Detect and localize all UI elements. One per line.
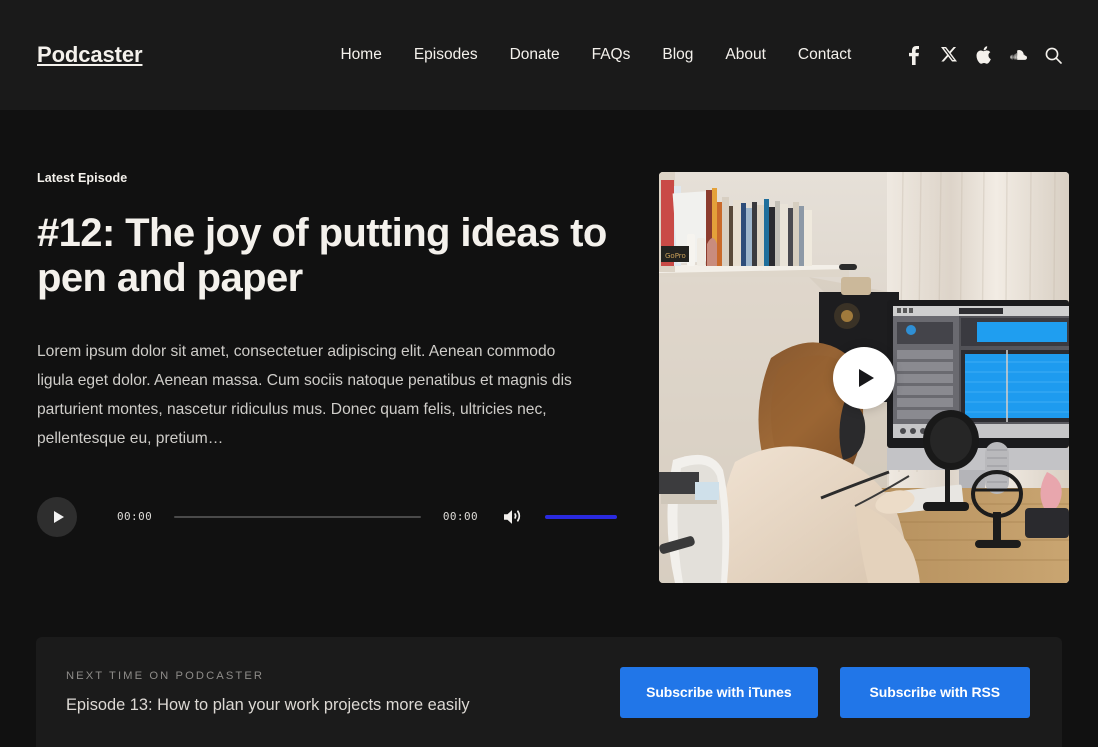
nav-item-blog[interactable]: Blog: [662, 47, 693, 63]
audio-current-time: 00:00: [117, 510, 153, 523]
audio-play-button[interactable]: [37, 496, 77, 537]
svg-text:GoPro: GoPro: [665, 252, 686, 260]
latest-episode-label: Latest Episode: [37, 171, 128, 185]
hero-text-column: Latest Episode #12: The joy of putting i…: [37, 172, 617, 583]
main-navigation: Home Episodes Donate FAQs Blog About Con…: [340, 47, 851, 63]
play-triangle-icon: [858, 368, 874, 387]
site-header: Podcaster Home Episodes Donate FAQs Blog…: [0, 0, 1098, 110]
volume-slider[interactable]: [545, 514, 617, 519]
social-links: [905, 45, 1062, 65]
x-twitter-icon[interactable]: [940, 46, 957, 65]
episode-video-thumbnail[interactable]: GoPro: [659, 172, 1069, 583]
audio-player: 00:00 00:00: [37, 496, 617, 537]
nav-item-about[interactable]: About: [725, 47, 766, 63]
volume-icon[interactable]: [504, 509, 523, 525]
episode-description: Lorem ipsum dolor sit amet, consectetuer…: [37, 342, 572, 448]
next-episode-banner: NEXT TIME ON PODCASTER Episode 13: How t…: [36, 637, 1062, 747]
play-triangle-icon: [53, 510, 64, 523]
search-icon[interactable]: [1045, 46, 1062, 65]
facebook-icon[interactable]: [905, 45, 922, 65]
audio-duration: 00:00: [442, 510, 478, 523]
nav-item-faqs[interactable]: FAQs: [592, 47, 631, 63]
nav-item-home[interactable]: Home: [340, 47, 381, 63]
subscribe-rss-button[interactable]: Subscribe with RSS: [839, 666, 1030, 718]
site-logo[interactable]: Podcaster: [37, 44, 143, 66]
apple-icon[interactable]: [975, 46, 992, 65]
soundcloud-icon[interactable]: [1010, 46, 1027, 65]
nav-item-contact[interactable]: Contact: [798, 47, 851, 63]
subscribe-itunes-button[interactable]: Subscribe with iTunes: [620, 666, 818, 718]
next-episode-kicker: NEXT TIME ON PODCASTER: [66, 670, 265, 683]
hero-section: Latest Episode #12: The joy of putting i…: [0, 110, 1098, 583]
next-episode-title: Episode 13: How to plan your work projec…: [66, 695, 470, 714]
video-play-button[interactable]: [833, 346, 895, 409]
page-title: #12: The joy of putting ideas to pen and…: [37, 210, 607, 300]
nav-item-donate[interactable]: Donate: [510, 47, 560, 63]
nav-item-episodes[interactable]: Episodes: [414, 47, 478, 63]
next-episode-text: NEXT TIME ON PODCASTER Episode 13: How t…: [66, 667, 620, 716]
subscribe-actions: Subscribe with iTunes Subscribe with RSS: [620, 666, 1030, 718]
audio-progress-slider[interactable]: [174, 515, 421, 518]
